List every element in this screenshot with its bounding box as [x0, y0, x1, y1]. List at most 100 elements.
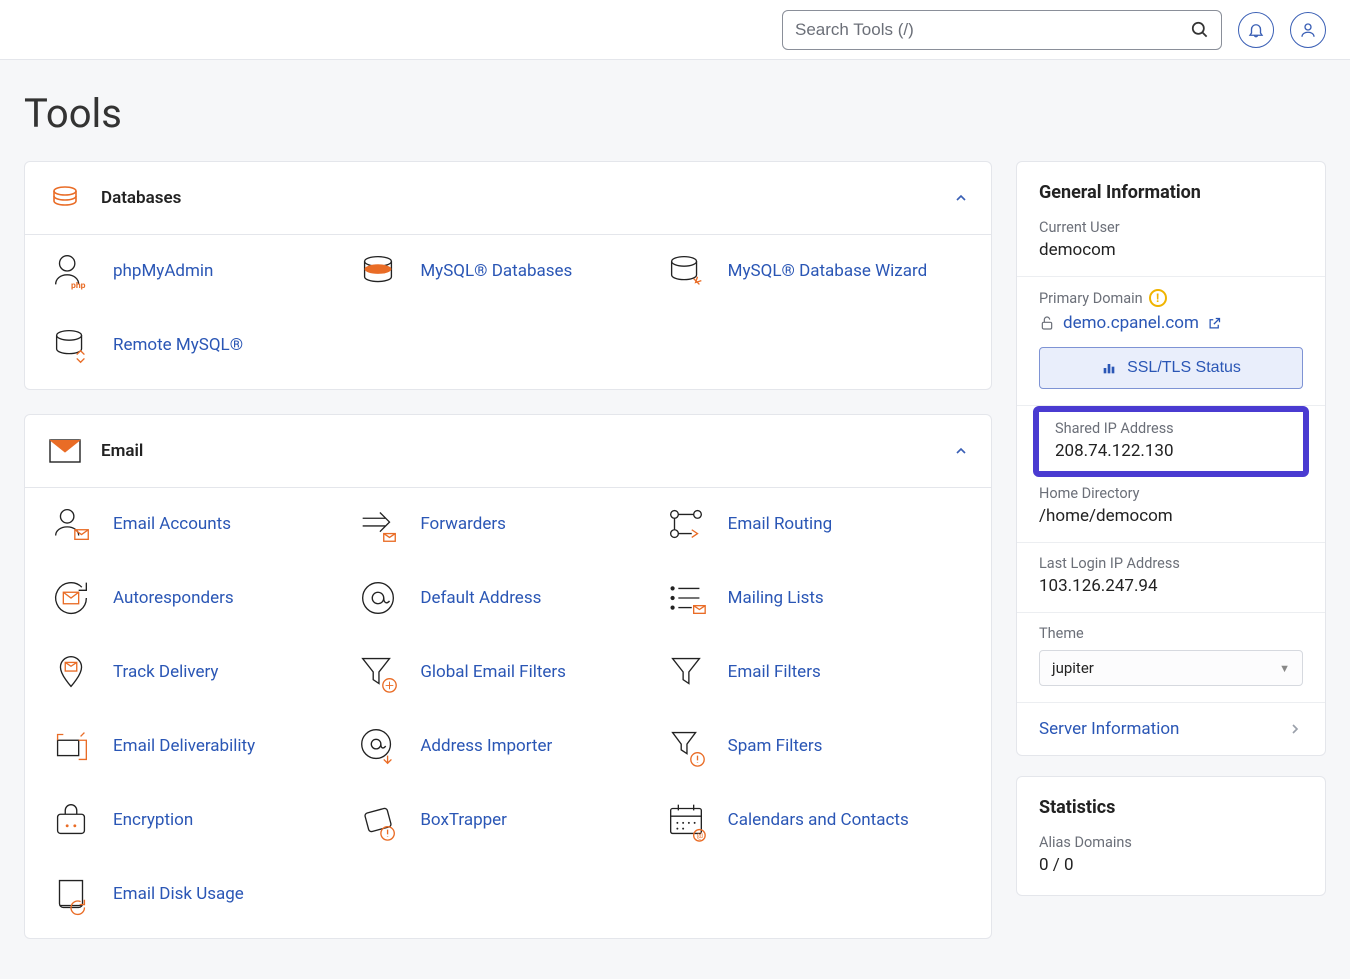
deliverability-icon	[47, 722, 95, 770]
search-icon	[1190, 20, 1209, 39]
tool-mysql-wizard[interactable]: MySQL® Database Wizard	[662, 247, 969, 295]
tool-email-accounts[interactable]: Email Accounts	[47, 500, 354, 548]
primary-domain-label: Primary Domain	[1039, 290, 1143, 307]
tool-label: Email Deliverability	[113, 736, 255, 756]
address-importer-icon	[354, 722, 402, 770]
shared-ip-value: 208.74.122.130	[1055, 441, 1287, 461]
tool-calendars-contacts[interactable]: @ Calendars and Contacts	[662, 796, 969, 844]
search-box[interactable]	[782, 10, 1222, 50]
email-icon	[47, 433, 83, 469]
global-filters-icon	[354, 648, 402, 696]
search-input[interactable]	[795, 20, 1190, 40]
email-accounts-icon	[47, 500, 95, 548]
tool-label: Email Routing	[728, 514, 832, 534]
tool-spam-filters[interactable]: Spam Filters	[662, 722, 969, 770]
chevron-right-icon	[1287, 721, 1303, 737]
theme-select[interactable]: jupiter ▼	[1039, 650, 1303, 686]
general-info-title: General Information	[1017, 162, 1325, 217]
tool-email-filters[interactable]: Email Filters	[662, 648, 969, 696]
tool-mysql-databases[interactable]: MySQL® Databases	[354, 247, 661, 295]
tool-label: Mailing Lists	[728, 588, 824, 608]
section-header-databases[interactable]: Databases	[25, 162, 991, 235]
user-button[interactable]	[1290, 12, 1326, 48]
tool-email-deliverability[interactable]: Email Deliverability	[47, 722, 354, 770]
mysql-wizard-icon	[662, 247, 710, 295]
svg-text:php: php	[71, 281, 86, 291]
email-filters-icon	[662, 648, 710, 696]
tool-phpmyadmin[interactable]: php phpMyAdmin	[47, 247, 354, 295]
svg-text:@: @	[696, 831, 703, 840]
tool-boxtrapper[interactable]: BoxTrapper	[354, 796, 661, 844]
autoresponders-icon	[47, 574, 95, 622]
spam-filters-icon	[662, 722, 710, 770]
tool-label: MySQL® Database Wizard	[728, 261, 928, 281]
tool-label: BoxTrapper	[420, 810, 507, 830]
chevron-up-icon	[953, 190, 969, 206]
tool-label: Encryption	[113, 810, 193, 830]
tool-remote-mysql[interactable]: Remote MySQL®	[47, 321, 354, 369]
tool-email-disk-usage[interactable]: Email Disk Usage	[47, 870, 354, 918]
bell-icon	[1247, 21, 1265, 39]
track-delivery-icon	[47, 648, 95, 696]
mailing-lists-icon	[662, 574, 710, 622]
page-title: Tools	[24, 90, 1326, 137]
tool-email-routing[interactable]: Email Routing	[662, 500, 969, 548]
tool-label: Default Address	[420, 588, 541, 608]
bar-chart-icon	[1101, 360, 1117, 376]
primary-domain-link[interactable]: demo.cpanel.com	[1063, 313, 1199, 333]
tool-label: Forwarders	[420, 514, 506, 534]
tool-label: Email Disk Usage	[113, 884, 244, 904]
boxtrapper-icon	[354, 796, 402, 844]
shared-ip-highlight: Shared IP Address 208.74.122.130	[1033, 406, 1309, 477]
tool-forwarders[interactable]: Forwarders	[354, 500, 661, 548]
server-info-label: Server Information	[1039, 719, 1179, 739]
remote-mysql-icon	[47, 321, 95, 369]
tool-global-email-filters[interactable]: Global Email Filters	[354, 648, 661, 696]
tool-label: Remote MySQL®	[113, 335, 243, 355]
encryption-icon	[47, 796, 95, 844]
current-user-value: democom	[1039, 240, 1303, 260]
tool-label: phpMyAdmin	[113, 261, 213, 281]
current-user-label: Current User	[1039, 219, 1303, 236]
default-address-icon	[354, 574, 402, 622]
ssl-status-button[interactable]: SSL/TLS Status	[1039, 347, 1303, 389]
warning-icon: !	[1149, 289, 1167, 307]
tool-default-address[interactable]: Default Address	[354, 574, 661, 622]
tool-label: MySQL® Databases	[420, 261, 572, 281]
theme-value: jupiter	[1052, 659, 1094, 677]
tool-label: Email Accounts	[113, 514, 231, 534]
forwarders-icon	[354, 500, 402, 548]
home-dir-label: Home Directory	[1039, 485, 1303, 502]
shared-ip-label: Shared IP Address	[1055, 420, 1287, 437]
tool-address-importer[interactable]: Address Importer	[354, 722, 661, 770]
notifications-button[interactable]	[1238, 12, 1274, 48]
calendar-icon: @	[662, 796, 710, 844]
alias-domains-value: 0 / 0	[1039, 855, 1303, 875]
phpmyadmin-icon: php	[47, 247, 95, 295]
tool-label: Email Filters	[728, 662, 821, 682]
disk-usage-icon	[47, 870, 95, 918]
tool-autoresponders[interactable]: Autoresponders	[47, 574, 354, 622]
ssl-button-label: SSL/TLS Status	[1127, 359, 1241, 377]
alias-domains-label: Alias Domains	[1039, 834, 1303, 851]
theme-label: Theme	[1039, 625, 1303, 642]
tool-label: Spam Filters	[728, 736, 823, 756]
section-title: Databases	[101, 188, 935, 208]
external-link-icon	[1207, 316, 1222, 331]
statistics-title: Statistics	[1017, 777, 1325, 832]
mysql-databases-icon	[354, 247, 402, 295]
section-header-email[interactable]: Email	[25, 415, 991, 488]
home-dir-value: /home/democom	[1039, 506, 1303, 526]
unlock-icon	[1039, 315, 1055, 331]
user-icon	[1299, 21, 1317, 39]
tool-track-delivery[interactable]: Track Delivery	[47, 648, 354, 696]
caret-down-icon: ▼	[1279, 662, 1290, 675]
tool-encryption[interactable]: Encryption	[47, 796, 354, 844]
database-icon	[47, 180, 83, 216]
server-information-link[interactable]: Server Information	[1017, 702, 1325, 755]
section-email: Email Email Accounts Forwarders	[24, 414, 992, 939]
last-login-label: Last Login IP Address	[1039, 555, 1303, 572]
tool-mailing-lists[interactable]: Mailing Lists	[662, 574, 969, 622]
chevron-up-icon	[953, 443, 969, 459]
statistics-card: Statistics Alias Domains 0 / 0	[1016, 776, 1326, 896]
